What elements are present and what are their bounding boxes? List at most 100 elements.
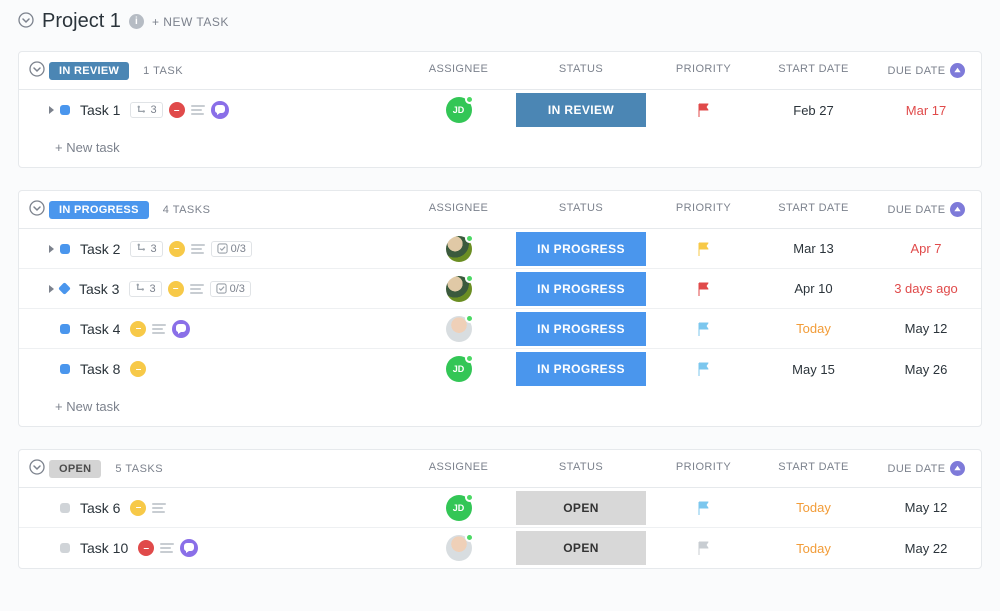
description-icon[interactable] <box>191 244 205 254</box>
priority-cell[interactable] <box>651 361 756 377</box>
new-task-row-button[interactable]: + New task <box>19 130 981 167</box>
group-collapse-icon[interactable] <box>25 61 49 80</box>
priority-flag-icon[interactable] <box>696 500 712 516</box>
status-cell[interactable]: IN PROGRESS <box>511 232 651 266</box>
priority-cell[interactable] <box>651 540 756 556</box>
col-assignee[interactable]: ASSIGNEE <box>406 63 511 78</box>
task-name[interactable]: Task 2 <box>80 241 120 257</box>
status-cell[interactable]: IN REVIEW <box>511 93 651 127</box>
task-name[interactable]: Task 6 <box>80 500 120 516</box>
due-date-cell[interactable]: May 12 <box>871 321 981 336</box>
status-cell[interactable]: IN PROGRESS <box>511 352 651 386</box>
task-status-dot[interactable] <box>58 282 71 295</box>
col-due-date[interactable]: DUE DATE <box>871 461 981 476</box>
col-assignee[interactable]: ASSIGNEE <box>406 202 511 217</box>
assignee-cell[interactable]: JD <box>406 356 511 382</box>
priority-circle-icon[interactable]: – <box>130 361 146 377</box>
expand-icon[interactable] <box>49 245 54 253</box>
priority-cell[interactable] <box>651 281 756 297</box>
expand-icon[interactable] <box>49 106 54 114</box>
checklist-chip[interactable]: 0/3 <box>211 241 252 257</box>
comment-icon[interactable] <box>211 101 229 119</box>
assignee-avatar[interactable] <box>446 276 472 302</box>
col-priority[interactable]: PRIORITY <box>651 461 756 476</box>
start-date-cell[interactable]: Today <box>756 541 871 556</box>
expand-icon[interactable] <box>49 285 54 293</box>
assignee-cell[interactable] <box>406 316 511 342</box>
due-date-cell[interactable]: Mar 17 <box>871 103 981 118</box>
group-collapse-icon[interactable] <box>25 200 49 219</box>
priority-circle-icon[interactable]: – <box>169 241 185 257</box>
status-block[interactable]: IN PROGRESS <box>516 272 646 306</box>
description-icon[interactable] <box>152 503 166 513</box>
priority-circle-icon[interactable]: – <box>169 102 185 118</box>
status-block[interactable]: OPEN <box>516 531 646 565</box>
task-row[interactable]: Task 8 – JD IN PROGRESS May 15 May 26 <box>19 349 981 389</box>
subtask-count-chip[interactable]: 3 <box>130 241 162 257</box>
assignee-cell[interactable] <box>406 276 511 302</box>
assignee-cell[interactable]: JD <box>406 495 511 521</box>
assignee-avatar[interactable]: JD <box>446 495 472 521</box>
priority-cell[interactable] <box>651 241 756 257</box>
task-name[interactable]: Task 4 <box>80 321 120 337</box>
task-row[interactable]: Task 4 – IN PROGRESS Today <box>19 309 981 349</box>
assignee-avatar[interactable] <box>446 316 472 342</box>
start-date-cell[interactable]: May 15 <box>756 362 871 377</box>
info-icon[interactable]: i <box>129 14 144 29</box>
priority-cell[interactable] <box>651 500 756 516</box>
due-date-cell[interactable]: May 22 <box>871 541 981 556</box>
subtask-count-chip[interactable]: 3 <box>130 102 162 118</box>
status-cell[interactable]: OPEN <box>511 531 651 565</box>
col-start-date[interactable]: START DATE <box>756 202 871 217</box>
comment-icon[interactable] <box>180 539 198 557</box>
subtask-count-chip[interactable]: 3 <box>129 281 161 297</box>
assignee-avatar[interactable] <box>446 236 472 262</box>
status-block[interactable]: IN PROGRESS <box>516 312 646 346</box>
due-date-cell[interactable]: May 26 <box>871 362 981 377</box>
task-row[interactable]: Task 10 – OPEN Today May 22 <box>19 528 981 568</box>
group-collapse-icon[interactable] <box>25 459 49 478</box>
status-block[interactable]: OPEN <box>516 491 646 525</box>
assignee-cell[interactable]: JD <box>406 97 511 123</box>
group-status-pill[interactable]: IN PROGRESS <box>49 201 149 219</box>
assignee-cell[interactable] <box>406 236 511 262</box>
assignee-avatar[interactable]: JD <box>446 356 472 382</box>
priority-cell[interactable] <box>651 321 756 337</box>
task-status-dot[interactable] <box>60 543 70 553</box>
priority-circle-icon[interactable]: – <box>138 540 154 556</box>
task-name[interactable]: Task 8 <box>80 361 120 377</box>
status-cell[interactable]: OPEN <box>511 491 651 525</box>
task-row[interactable]: Task 2 3 – 0/3 IN PROGRESS <box>19 229 981 269</box>
col-due-date[interactable]: DUE DATE <box>871 63 981 78</box>
status-block[interactable]: IN REVIEW <box>516 93 646 127</box>
start-date-cell[interactable]: Mar 13 <box>756 241 871 256</box>
description-icon[interactable] <box>191 105 205 115</box>
col-status[interactable]: STATUS <box>511 63 651 78</box>
col-due-date[interactable]: DUE DATE <box>871 202 981 217</box>
sort-asc-icon[interactable] <box>950 63 965 78</box>
start-date-cell[interactable]: Apr 10 <box>756 281 871 296</box>
due-date-cell[interactable]: May 12 <box>871 500 981 515</box>
assignee-cell[interactable] <box>406 535 511 561</box>
new-task-top-button[interactable]: + NEW TASK <box>152 15 229 29</box>
due-date-cell[interactable]: 3 days ago <box>871 281 981 296</box>
assignee-avatar[interactable] <box>446 535 472 561</box>
priority-circle-icon[interactable]: – <box>130 321 146 337</box>
task-row[interactable]: Task 3 3 – 0/3 IN PROGRESS <box>19 269 981 309</box>
priority-flag-icon[interactable] <box>696 241 712 257</box>
comment-icon[interactable] <box>172 320 190 338</box>
project-collapse-icon[interactable] <box>18 12 34 31</box>
description-icon[interactable] <box>152 324 166 334</box>
col-assignee[interactable]: ASSIGNEE <box>406 461 511 476</box>
task-name[interactable]: Task 3 <box>79 281 119 297</box>
col-priority[interactable]: PRIORITY <box>651 63 756 78</box>
status-cell[interactable]: IN PROGRESS <box>511 272 651 306</box>
due-date-cell[interactable]: Apr 7 <box>871 241 981 256</box>
priority-flag-icon[interactable] <box>696 321 712 337</box>
start-date-cell[interactable]: Feb 27 <box>756 103 871 118</box>
new-task-row-button[interactable]: + New task <box>19 389 981 426</box>
start-date-cell[interactable]: Today <box>756 321 871 336</box>
description-icon[interactable] <box>190 284 204 294</box>
priority-circle-icon[interactable]: – <box>130 500 146 516</box>
priority-circle-icon[interactable]: – <box>168 281 184 297</box>
